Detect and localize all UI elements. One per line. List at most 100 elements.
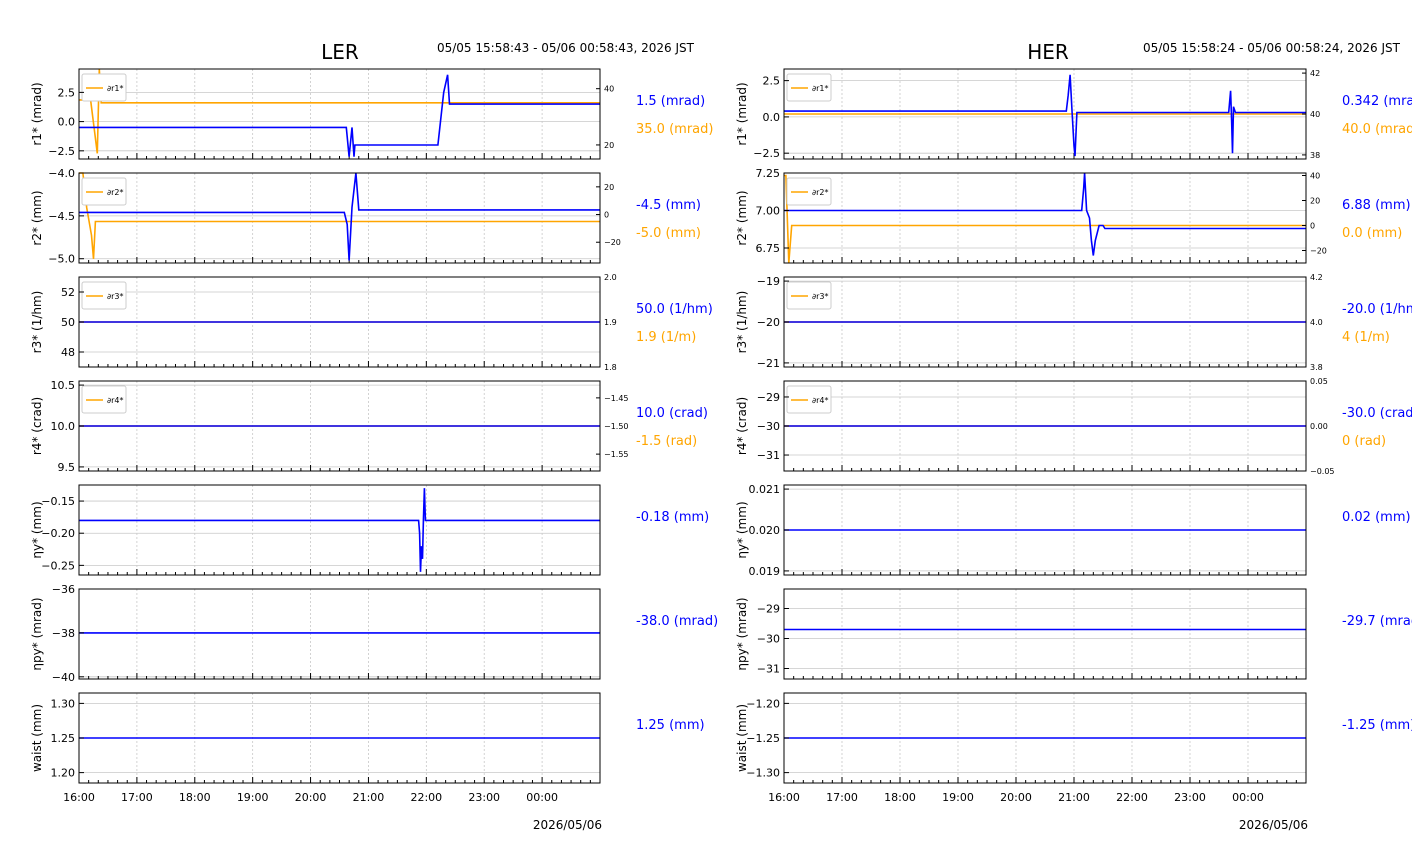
primary-value: 1.5 (mrad): [636, 94, 705, 109]
panel-frame: [783, 588, 1307, 680]
primary-value: -29.7 (mrad): [1342, 614, 1412, 629]
secondary-value: 0.0 (mm): [1342, 226, 1402, 241]
left-tick-label: 1.20: [51, 767, 76, 780]
legend-label: ∂r4*: [107, 396, 124, 405]
left-tick-label: 52: [61, 286, 75, 299]
x-tick-label: 18:00: [179, 791, 211, 804]
y-axis-label: r1* (mrad): [30, 82, 44, 145]
left-tick-label: 0.020: [749, 524, 781, 537]
primary-value: 0.02 (mm): [1342, 510, 1411, 525]
secondary-value: -5.0 (mm): [636, 226, 701, 241]
left-tick-label: 2.5: [763, 75, 781, 88]
left-tick-label: −38: [52, 627, 75, 640]
right-tick-label: 38: [1310, 151, 1320, 160]
x-tick-label: 16:00: [63, 791, 95, 804]
primary-value: 1.25 (mm): [636, 718, 705, 733]
time-range: 05/05 15:58:24 - 05/06 00:58:24, 2026 JS…: [1143, 41, 1401, 55]
left-tick-label: −2.5: [48, 145, 75, 158]
x-tick-label: 21:00: [1058, 791, 1090, 804]
right-tick-label: −20: [1310, 247, 1327, 256]
chart-title: HER: [1027, 40, 1069, 64]
right-tick-label: −1.45: [604, 394, 629, 403]
left-tick-label: −4.5: [48, 210, 75, 223]
right-tick-label: 40: [1310, 110, 1320, 119]
legend-label: ∂r3*: [812, 292, 829, 301]
primary-value: -38.0 (mrad): [636, 614, 718, 629]
x-tick-label: 18:00: [884, 791, 916, 804]
left-tick-label: 9.5: [58, 461, 76, 474]
x-tick-label: 20:00: [295, 791, 327, 804]
y-axis-label: ηpy* (mrad): [30, 597, 44, 670]
x-tick-label: 17:00: [121, 791, 153, 804]
left-tick-label: −19: [757, 275, 780, 288]
x-tick-label: 22:00: [1116, 791, 1148, 804]
left-tick-label: −0.25: [41, 559, 75, 572]
right-tick-label: −0.05: [1310, 467, 1335, 476]
panel-frame: [783, 172, 1307, 264]
y-axis-label: r3* (1/hm): [30, 291, 44, 354]
right-tick-label: 20: [604, 183, 614, 192]
left-tick-label: 0.0: [58, 116, 76, 129]
monitor-figure: LER 05/05 15:58:43 - 05/06 00:58:43, 2026…: [30, 40, 1412, 832]
left-tick-label: 0.019: [749, 565, 781, 578]
left-tick-label: 10.5: [51, 379, 76, 392]
left-tick-label: 1.30: [51, 697, 76, 710]
right-tick-label: 0.05: [1310, 377, 1328, 386]
left-tick-label: 0.0: [763, 111, 781, 124]
time-range: 05/05 15:58:43 - 05/06 00:58:43, 2026 JS…: [437, 41, 695, 55]
right-tick-label: −1.50: [604, 422, 629, 431]
panel-frame: [78, 484, 601, 576]
right-tick-label: −20: [604, 238, 621, 247]
panel-frame: [78, 588, 601, 680]
left-tick-label: −40: [52, 671, 75, 684]
y-axis-label: r1* (mrad): [735, 82, 749, 145]
y-axis-label: ηy* (mm): [30, 501, 44, 558]
left-tick-label: −1.30: [746, 767, 780, 780]
left-tick-label: 0.021: [749, 483, 781, 496]
primary-value: -0.18 (mm): [636, 510, 709, 525]
left-tick-label: 7.00: [756, 205, 781, 218]
left-tick-label: −4.0: [48, 167, 75, 180]
secondary-value: -1.5 (rad): [636, 434, 697, 449]
left-tick-label: −5.0: [48, 253, 75, 266]
right-tick-label: 42: [1310, 69, 1320, 78]
y-axis-label: waist (mm): [30, 704, 44, 772]
x-tick-label: 22:00: [410, 791, 442, 804]
left-tick-label: −30: [757, 420, 780, 433]
x-tick-label: 00:00: [1232, 791, 1264, 804]
primary-value: 0.342 (mrad): [1342, 94, 1412, 109]
date-label: 2026/05/06: [1239, 818, 1308, 832]
y-axis-label: ηy* (mm): [735, 501, 749, 558]
legend-label: ∂r1*: [107, 84, 124, 93]
primary-series-line: [79, 74, 600, 157]
left-tick-label: 2.5: [58, 86, 76, 99]
legend-label: ∂r2*: [812, 188, 829, 197]
right-tick-label: 40: [1310, 172, 1320, 181]
left-tick-label: 50: [61, 316, 75, 329]
left-tick-label: −36: [52, 583, 75, 596]
left-tick-label: −30: [757, 633, 780, 646]
right-tick-label: 1.9: [604, 318, 617, 327]
right-tick-label: 0.00: [1310, 422, 1328, 431]
right-tick-label: 4.2: [1310, 273, 1323, 282]
y-axis-label: r3* (1/hm): [735, 291, 749, 354]
y-axis-label: waist (mm): [735, 704, 749, 772]
right-tick-label: 3.8: [1310, 363, 1323, 372]
left-tick-label: 1.25: [51, 732, 76, 745]
primary-value: 10.0 (crad): [636, 406, 708, 421]
x-tick-label: 17:00: [826, 791, 858, 804]
left-tick-label: −29: [757, 603, 780, 616]
primary-value: 6.88 (mm): [1342, 198, 1411, 213]
right-tick-label: 2.0: [604, 273, 617, 282]
left-tick-label: −1.25: [746, 732, 780, 745]
x-tick-label: 00:00: [526, 791, 558, 804]
secondary-series-line: [79, 68, 600, 154]
primary-value: 50.0 (1/hm): [636, 302, 713, 317]
left-tick-label: −31: [757, 663, 780, 676]
secondary-value: 0 (rad): [1342, 434, 1386, 449]
right-tick-label: 20: [604, 141, 614, 150]
right-tick-label: −1.55: [604, 450, 629, 459]
x-tick-label: 21:00: [353, 791, 385, 804]
right-tick-label: 0: [1310, 222, 1315, 231]
primary-value: -1.25 (mm): [1342, 718, 1412, 733]
